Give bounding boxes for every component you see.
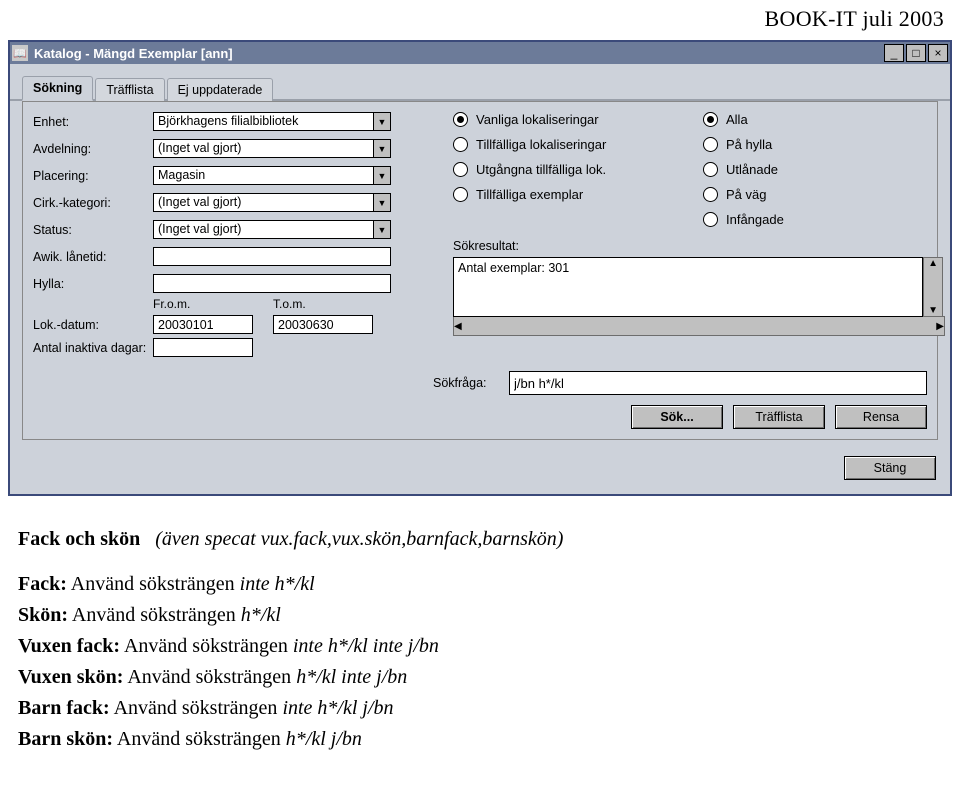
doc-line-italic: h*/kl inte j/bn	[296, 666, 407, 688]
arrow-up-icon: ▲	[928, 258, 938, 269]
doc-line-bold: Skön:	[18, 604, 68, 626]
radio-pa-hylla-label: På hylla	[726, 137, 772, 152]
awvik-input[interactable]	[153, 247, 391, 266]
combo-enhet[interactable]: Björkhagens filialbibliotek ▼	[153, 112, 391, 131]
maximize-button[interactable]: □	[906, 44, 926, 62]
combo-status[interactable]: (Inget val gjort) ▼	[153, 220, 391, 239]
doc-line-bold: Barn skön:	[18, 728, 113, 750]
radio-utlanade[interactable]	[703, 162, 718, 177]
doc-line-bold: Vuxen fack:	[18, 635, 120, 657]
label-lokdatum: Lok.-datum:	[33, 318, 153, 332]
radio-utgangna-label: Utgångna tillfälliga lok.	[476, 162, 606, 177]
doc-line-italic: h*/kl j/bn	[286, 728, 362, 750]
combo-placering-text: Magasin	[153, 166, 373, 185]
doc-line-italic: inte h*/kl j/bn	[282, 697, 393, 719]
label-status: Status:	[33, 223, 153, 237]
doc-line-plain: Använd söksträngen	[67, 573, 240, 595]
radio-tillfalliga-lok-label: Tillfälliga lokaliseringar	[476, 137, 606, 152]
radio-infangade[interactable]	[703, 212, 718, 227]
chevron-down-icon[interactable]: ▼	[373, 166, 391, 185]
combo-cirk[interactable]: (Inget val gjort) ▼	[153, 193, 391, 212]
radio-tillfalliga-lok[interactable]	[453, 137, 468, 152]
titlebar: 📖 Katalog - Mängd Exemplar [ann] _ □ ×	[10, 42, 950, 64]
label-awvik: Awik. lånetid:	[33, 250, 153, 264]
tab-sokning[interactable]: Sökning	[22, 76, 93, 101]
combo-status-text: (Inget val gjort)	[153, 220, 373, 239]
arrow-down-icon: ▼	[928, 305, 938, 316]
doc-text: Fack och skön (även specat vux.fack,vux.…	[0, 504, 960, 755]
result-vscroll[interactable]: ▲▼	[923, 257, 943, 317]
combo-avdelning[interactable]: (Inget val gjort) ▼	[153, 139, 391, 158]
doc-line-plain: Använd söksträngen	[123, 666, 296, 688]
label-cirk: Cirk.-kategori:	[33, 196, 153, 210]
combo-cirk-text: (Inget val gjort)	[153, 193, 373, 212]
trafflista-button[interactable]: Träfflista	[733, 405, 825, 429]
radio-utlanade-label: Utlånade	[726, 162, 778, 177]
window-title: Katalog - Mängd Exemplar [ann]	[34, 46, 882, 61]
sok-button[interactable]: Sök...	[631, 405, 723, 429]
result-hscroll[interactable]: ◀▶	[453, 316, 945, 336]
doc-line-plain: Använd söksträngen	[110, 697, 283, 719]
doc-line-plain: Använd söksträngen	[120, 635, 293, 657]
label-enhet: Enhet:	[33, 115, 153, 129]
to-date-input[interactable]	[273, 315, 373, 334]
tab-ej-uppdaterade[interactable]: Ej uppdaterade	[167, 78, 274, 101]
label-hylla: Hylla:	[33, 277, 153, 291]
app-icon: 📖	[12, 45, 28, 61]
sokfraga-input[interactable]	[509, 371, 927, 395]
chevron-down-icon[interactable]: ▼	[373, 193, 391, 212]
search-panel: Enhet: Björkhagens filialbibliotek ▼ Avd…	[22, 101, 938, 440]
radio-tillfalliga-ex-label: Tillfälliga exemplar	[476, 187, 583, 202]
radio-tillfalliga-ex[interactable]	[453, 187, 468, 202]
label-tom: T.o.m.	[273, 297, 383, 311]
doc-line-bold: Barn fack:	[18, 697, 110, 719]
window: 📖 Katalog - Mängd Exemplar [ann] _ □ × S…	[8, 40, 952, 496]
radio-pa-vag-label: På väg	[726, 187, 766, 202]
radio-pa-vag[interactable]	[703, 187, 718, 202]
doc-line-plain: Använd söksträngen	[68, 604, 241, 626]
radio-vanliga[interactable]	[453, 112, 468, 127]
result-text: Antal exemplar: 301	[458, 261, 569, 275]
radio-alla-label: Alla	[726, 112, 748, 127]
doc-title-bold: Fack och skön	[18, 528, 140, 550]
label-avdelning: Avdelning:	[33, 142, 153, 156]
tab-trafflista[interactable]: Träfflista	[95, 78, 164, 101]
combo-placering[interactable]: Magasin ▼	[153, 166, 391, 185]
page-header: BOOK-IT juli 2003	[0, 0, 960, 40]
rensa-button[interactable]: Rensa	[835, 405, 927, 429]
sokresultat-box: Antal exemplar: 301	[453, 257, 923, 317]
radio-infangade-label: Infångade	[726, 212, 784, 227]
hylla-input[interactable]	[153, 274, 391, 293]
label-antal-inaktiva: Antal inaktiva dagar:	[33, 341, 153, 355]
from-date-input[interactable]	[153, 315, 253, 334]
combo-enhet-text: Björkhagens filialbibliotek	[153, 112, 373, 131]
doc-line-italic: inte h*/kl	[240, 573, 315, 595]
doc-line-italic: h*/kl	[241, 604, 281, 626]
minimize-button[interactable]: _	[884, 44, 904, 62]
doc-title-italic: (även specat vux.fack,vux.skön,barnfack,…	[155, 528, 563, 550]
doc-line-plain: Använd söksträngen	[113, 728, 286, 750]
doc-line-italic: inte h*/kl inte j/bn	[293, 635, 439, 657]
radio-pa-hylla[interactable]	[703, 137, 718, 152]
doc-line-bold: Vuxen skön:	[18, 666, 123, 688]
stang-button[interactable]: Stäng	[844, 456, 936, 480]
radio-utgangna[interactable]	[453, 162, 468, 177]
label-placering: Placering:	[33, 169, 153, 183]
arrow-left-icon: ◀	[454, 321, 462, 332]
label-from: Fr.o.m.	[153, 297, 263, 311]
combo-avdelning-text: (Inget val gjort)	[153, 139, 373, 158]
radio-alla[interactable]	[703, 112, 718, 127]
doc-line-bold: Fack:	[18, 573, 67, 595]
radio-vanliga-label: Vanliga lokaliseringar	[476, 112, 599, 127]
label-sokfraga: Sökfråga:	[433, 376, 501, 390]
tabstrip: Sökning Träfflista Ej uppdaterade	[10, 64, 950, 101]
arrow-right-icon: ▶	[936, 321, 944, 332]
antal-inaktiva-input[interactable]	[153, 338, 253, 357]
chevron-down-icon[interactable]: ▼	[373, 220, 391, 239]
chevron-down-icon[interactable]: ▼	[373, 139, 391, 158]
label-sokresultat: Sökresultat:	[453, 239, 945, 253]
chevron-down-icon[interactable]: ▼	[373, 112, 391, 131]
close-button[interactable]: ×	[928, 44, 948, 62]
